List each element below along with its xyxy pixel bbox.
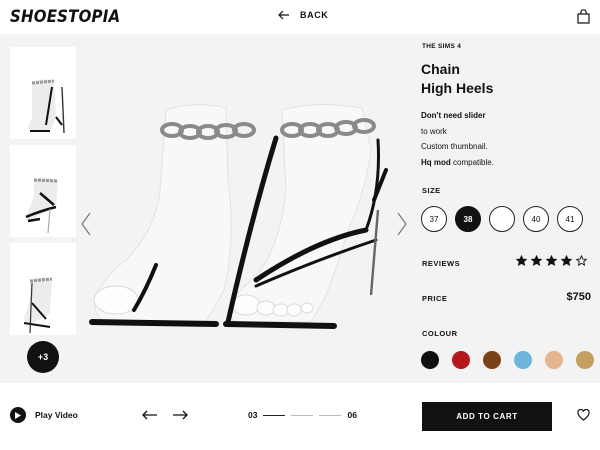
top-bar: SHOESTOPIA BACK [0,0,600,34]
arrow-left-icon [278,10,289,20]
logo[interactable]: SHOESTOPIA [10,6,120,27]
shoe-back-thumbnail-image [10,243,76,335]
colour-swatch-3[interactable] [483,351,501,369]
star-filled-icon[interactable] [546,255,557,266]
colour-label: COLOUR [422,329,458,338]
product-title-line2: High Heels [421,80,494,96]
colour-swatch-2[interactable] [452,351,470,369]
add-to-cart-button[interactable]: ADD TO CART [422,402,552,431]
price-value: $750 [566,291,591,303]
arrow-left-icon[interactable] [142,410,158,420]
desc-line-4: Hq mod compatible. [421,155,591,171]
size-label: SIZE [422,186,441,195]
colour-swatch-4[interactable] [514,351,532,369]
thumbnail-1[interactable] [10,47,76,139]
desc-line-2: to work [421,126,447,136]
more-images-button[interactable]: +3 [27,341,59,373]
progress-segment [319,414,342,416]
product-description: Don't need slider to work Custom thumbna… [421,108,591,170]
size-option-41[interactable]: 41 [557,206,583,232]
desc-line-1: Don't need slider [421,111,486,120]
price-label: PRICE [422,294,448,303]
size-option-blank[interactable] [489,206,515,232]
size-option-38[interactable]: 38 [455,206,481,232]
shoe-front-thumbnail-image [10,47,76,139]
colour-swatches [421,351,594,369]
size-option-37[interactable]: 37 [421,206,447,232]
thumbnail-2[interactable] [10,145,76,237]
page-total: 06 [347,410,357,420]
desc-line-4-bold: Hq mod [421,157,451,167]
pagination: 03 06 [248,410,357,420]
star-filled-icon[interactable] [531,255,542,266]
desc-line-4-rest: compatible. [450,157,494,167]
back-label: BACK [300,10,329,20]
product-brand: THE SIMS 4 [422,43,462,50]
play-video-label: Play Video [35,410,78,420]
desc-line-3: Custom thumbnail. [421,142,488,151]
heart-icon[interactable] [577,409,590,421]
arrow-right-icon[interactable] [172,410,188,420]
shopping-bag-icon[interactable] [577,9,590,24]
shoe-side-thumbnail-image [10,145,76,237]
product-title: Chain High Heels [421,60,591,98]
size-option-40[interactable]: 40 [523,206,549,232]
progress-segment [263,414,286,416]
star-filled-icon[interactable] [516,255,527,266]
colour-swatch-5[interactable] [545,351,563,369]
colour-swatch-6[interactable] [576,351,594,369]
play-icon [10,407,26,423]
reviews-label: REVIEWS [422,259,461,268]
progress-segment [291,414,314,416]
product-image [89,103,388,329]
product-title-line1: Chain [421,61,460,77]
play-video-button[interactable]: Play Video [10,407,78,423]
chevron-right-icon[interactable] [397,212,407,236]
page-current: 03 [248,410,258,420]
back-button[interactable]: BACK [278,10,328,20]
thumbnail-3[interactable] [10,243,76,335]
colour-swatch-1[interactable] [421,351,439,369]
size-selector: 37 38 40 41 [421,206,583,232]
star-filled-icon[interactable] [561,255,572,266]
rating-stars[interactable] [516,255,587,266]
star-outline-icon[interactable] [576,255,587,266]
